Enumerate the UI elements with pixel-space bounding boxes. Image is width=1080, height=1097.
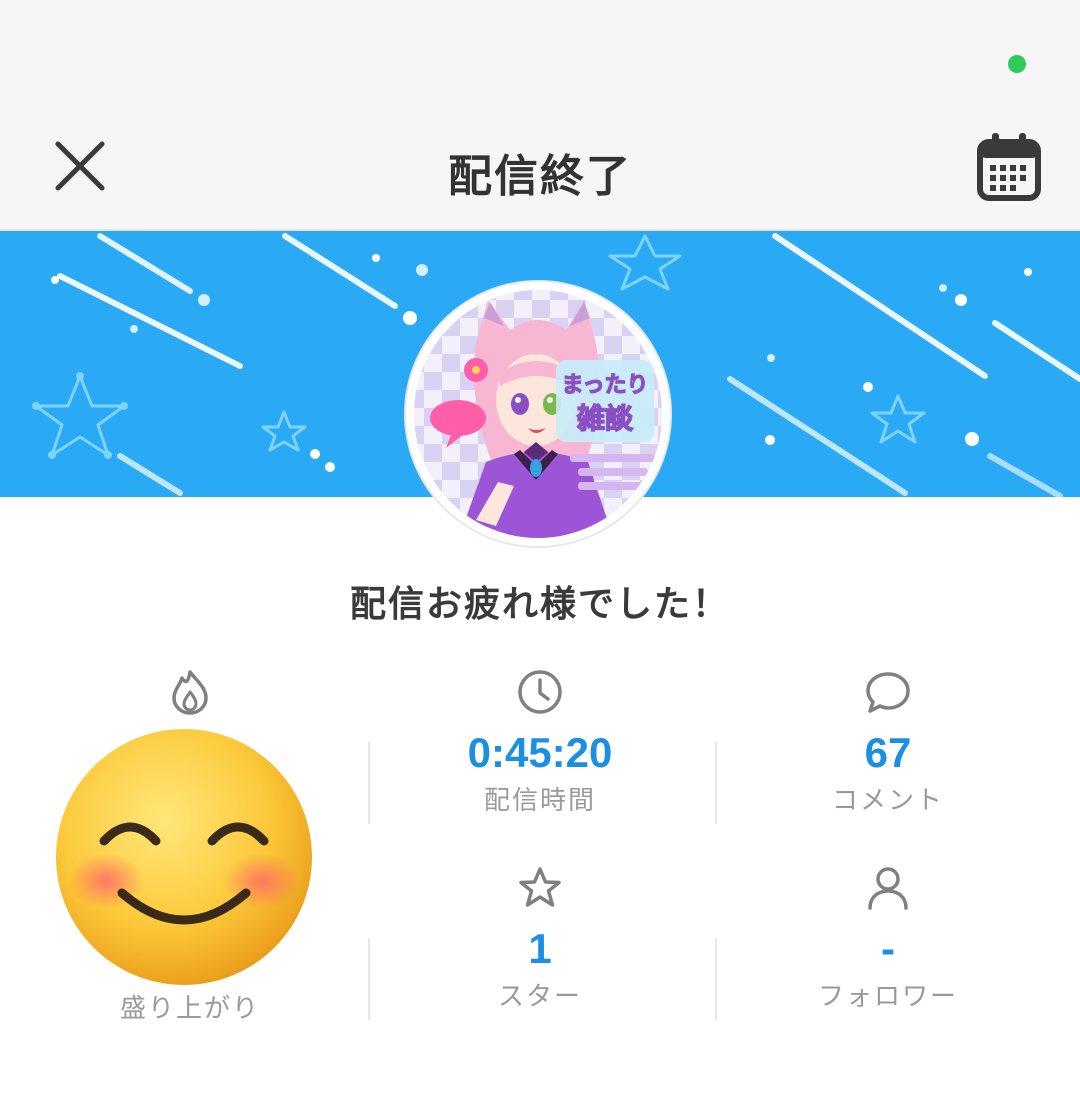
- streamer-avatar[interactable]: まったり 雑談: [406, 282, 670, 546]
- stat-followers: - フォロワー: [718, 864, 1058, 1013]
- avatar-image: まったり 雑談: [414, 290, 662, 538]
- calendar-icon: [977, 133, 1041, 201]
- stat-stars-value: 1: [528, 925, 552, 972]
- stat-comments-value: 67: [864, 729, 912, 776]
- stat-stars: 1 スター: [370, 864, 710, 1013]
- thanks-message: 配信お疲れ様でした！: [349, 584, 730, 625]
- avatar-badge-line2: 雑談: [576, 402, 634, 435]
- person-icon: [868, 867, 908, 910]
- stat-hype: [20, 668, 360, 716]
- stat-comments: 67 コメント: [718, 668, 1058, 817]
- column-divider: [715, 938, 717, 1020]
- stat-duration-value: 0:45:20: [467, 729, 613, 776]
- stat-stars-label: スター: [497, 982, 582, 1012]
- star-icon: [519, 867, 561, 907]
- column-divider: [715, 742, 717, 824]
- stat-comments-label: コメント: [831, 786, 944, 816]
- flame-icon: [172, 670, 208, 715]
- page-title: 配信終了: [448, 151, 632, 202]
- stat-followers-value: -: [881, 925, 895, 972]
- stat-followers-label: フォロワー: [817, 982, 958, 1012]
- stat-duration: 0:45:20 配信時間: [370, 668, 710, 817]
- calendar-button[interactable]: [976, 130, 1042, 202]
- header-bar: 配信終了: [0, 0, 1080, 231]
- smiling-face-emoji: [56, 729, 312, 985]
- comment-icon: [866, 672, 910, 713]
- avatar-badge-line1: まったり: [561, 373, 648, 398]
- stat-duration-label: 配信時間: [483, 786, 596, 816]
- status-dot: [1008, 55, 1026, 73]
- clock-icon: [518, 670, 562, 714]
- stat-hype-label: 盛り上がり: [119, 994, 260, 1024]
